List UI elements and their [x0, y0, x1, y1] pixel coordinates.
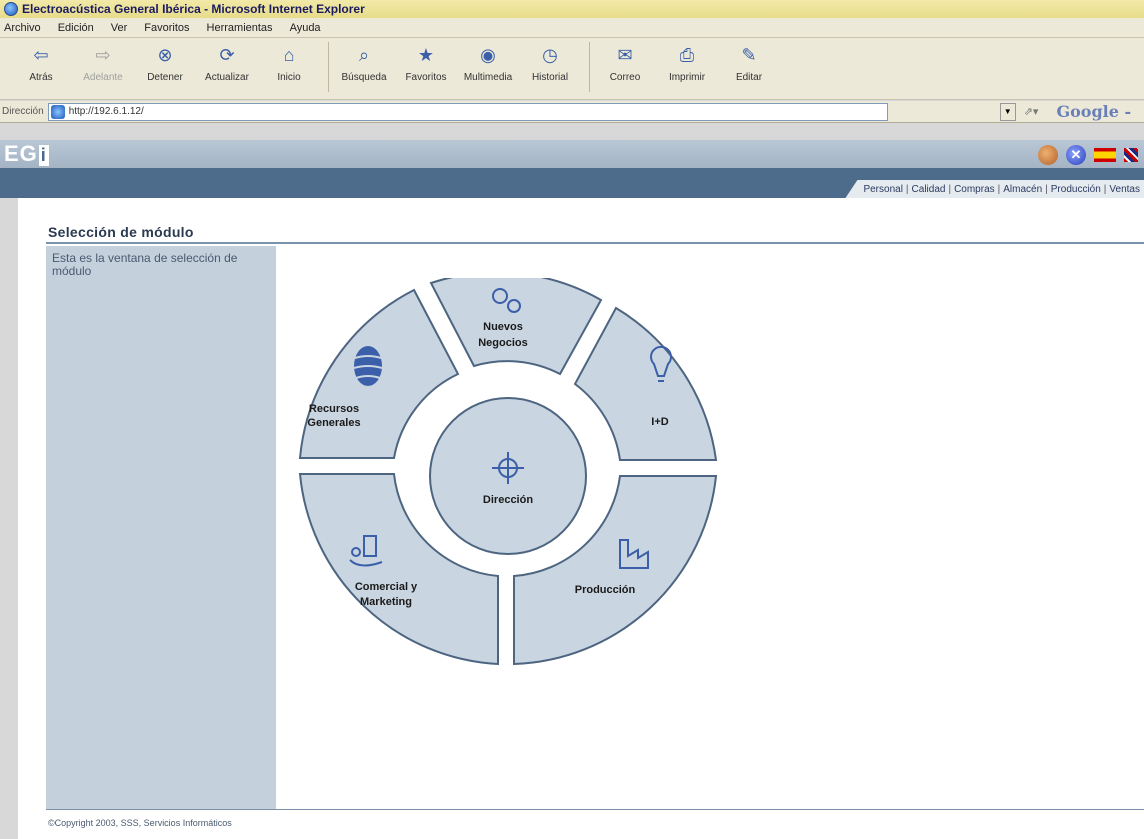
back-button[interactable]: ⇦ Atrás: [12, 42, 70, 84]
mail-button[interactable]: ✉ Correo: [596, 42, 654, 84]
header-icons: ✕: [1038, 145, 1138, 165]
printer-icon: ⎙: [679, 44, 695, 65]
footer-divider: [46, 809, 1144, 810]
nav-link-calidad[interactable]: Calidad: [912, 184, 946, 195]
media-button[interactable]: ◉ Multimedia: [459, 42, 517, 84]
favorites-button[interactable]: ★ Favoritos: [397, 42, 455, 84]
address-dropdown-button[interactable]: ▼: [999, 102, 1016, 121]
media-icon: ◉: [480, 44, 496, 65]
module-id[interactable]: [573, 306, 718, 461]
menu-edicion[interactable]: Edición: [58, 22, 94, 34]
back-arrow-icon: ⇦: [33, 44, 49, 65]
window-title: Electroacústica General Ibérica - Micros…: [22, 2, 365, 16]
module-nav-links: Personal | Calidad | Compras | Almacén | Pro…: [845, 180, 1144, 198]
address-url: http://192.6.1.12/: [68, 106, 144, 117]
side-description: Esta es la ventana de selección de módul…: [52, 251, 238, 278]
label-negocios: Negocios: [478, 337, 528, 349]
edit-icon: ✎: [741, 44, 757, 65]
nav-link-ventas[interactable]: Ventas: [1109, 184, 1140, 195]
address-label: Dirección: [2, 106, 44, 117]
menu-archivo[interactable]: Archivo: [4, 22, 41, 34]
history-icon: ◷: [542, 44, 558, 65]
google-toolbar-logo[interactable]: Google -: [1056, 102, 1131, 121]
refresh-icon: ⟳: [219, 44, 235, 65]
search-button[interactable]: ⌕ Búsqueda: [335, 42, 393, 84]
module-wheel: Nuevos Negocios I+D Producción Comercial…: [298, 278, 718, 666]
label-generales: Generales: [307, 417, 360, 429]
go-arrow-icon[interactable]: ⇗▾: [1024, 105, 1039, 118]
forward-button[interactable]: ⇨ Adelante: [74, 42, 132, 84]
star-icon: ★: [417, 44, 435, 65]
menu-herramientas[interactable]: Herramientas: [207, 22, 273, 34]
menu-bar: Archivo Edición Ver Favoritos Herramient…: [0, 18, 1144, 38]
mail-icon: ✉: [617, 44, 633, 65]
help-icon[interactable]: [1038, 145, 1058, 165]
globe-icon: [353, 346, 383, 386]
window-titlebar: Electroacústica General Ibérica - Micros…: [0, 0, 1144, 18]
english-flag-icon[interactable]: [1124, 148, 1138, 162]
menu-favoritos[interactable]: Favoritos: [144, 22, 189, 34]
browser-toolbar: ⇦ Atrás ⇨ Adelante ⊗ Detener ⟳ Actualiza…: [0, 38, 1144, 100]
forward-arrow-icon: ⇨: [95, 44, 111, 65]
page-title: Selección de módulo: [48, 224, 194, 240]
print-button[interactable]: ⎙ Imprimir: [658, 42, 716, 84]
stop-button[interactable]: ⊗ Detener: [136, 42, 194, 84]
app-logo: EG i: [4, 141, 49, 166]
title-divider: [46, 242, 1144, 244]
history-button[interactable]: ◷ Historial: [521, 42, 579, 84]
spanish-flag-icon[interactable]: [1094, 148, 1116, 162]
label-nuevos: Nuevos: [483, 321, 523, 333]
side-panel: Esta es la ventana de selección de módul…: [46, 246, 276, 809]
label-recursos: Recursos: [309, 403, 359, 415]
nav-link-almacen[interactable]: Almacén: [1003, 184, 1042, 195]
address-input[interactable]: http://192.6.1.12/: [47, 102, 888, 121]
menu-ayuda[interactable]: Ayuda: [290, 22, 321, 34]
toolbar-separator: [328, 42, 329, 92]
edit-button[interactable]: ✎ Editar: [720, 42, 778, 84]
app-header: EG i ✕: [0, 140, 1144, 168]
home-icon: ⌂: [283, 44, 295, 65]
label-marketing: Marketing: [360, 596, 412, 608]
menu-ver[interactable]: Ver: [111, 22, 128, 34]
label-produccion: Producción: [575, 584, 636, 596]
label-comercial: Comercial y: [355, 581, 418, 593]
exit-icon[interactable]: ✕: [1066, 145, 1086, 165]
stop-icon: ⊗: [157, 44, 173, 65]
refresh-button[interactable]: ⟳ Actualizar: [198, 42, 256, 84]
address-bar: Dirección http://192.6.1.12/ ▼ ⇗▾ Google…: [0, 101, 1144, 123]
toolbar-separator: [589, 42, 590, 92]
home-button[interactable]: ⌂ Inicio: [260, 42, 318, 84]
page-icon: [50, 104, 65, 119]
nav-link-personal[interactable]: Personal: [863, 184, 902, 195]
label-id: I+D: [651, 416, 668, 428]
ie-icon: [4, 2, 18, 16]
label-direccion: Dirección: [483, 494, 533, 506]
nav-link-produccion[interactable]: Producción: [1051, 184, 1101, 195]
nav-link-compras[interactable]: Compras: [954, 184, 995, 195]
search-icon: ⌕: [358, 44, 370, 65]
copyright-footer: ©Copyright 2003, SSS, Servicios Informát…: [48, 818, 232, 828]
